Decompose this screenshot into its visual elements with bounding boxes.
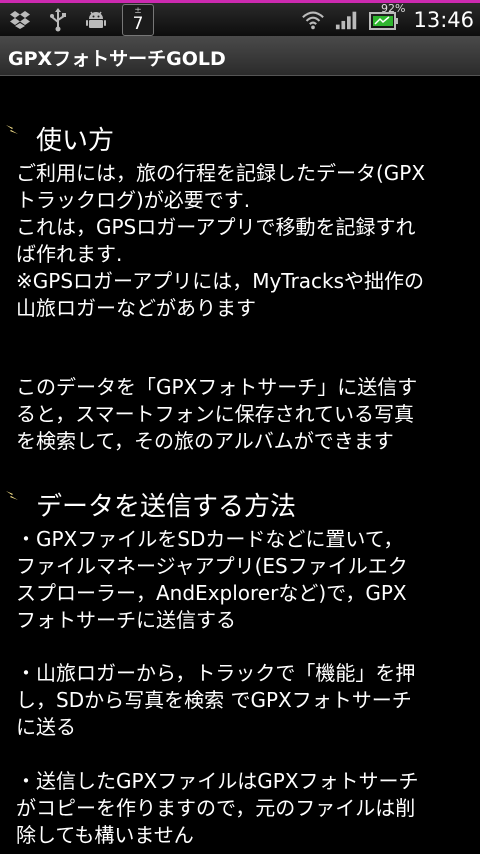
sparkle-icon: [6, 491, 18, 500]
section-heading-send-method: データを送信する方法: [0, 486, 480, 522]
status-clock: 13:46: [413, 8, 474, 32]
battery-indicator: 92%: [369, 2, 406, 35]
signal-strength-icon: [335, 8, 359, 32]
paragraph: ご利用には，旅の行程を記録したデータ(GPX トラックログ)が必要です. これは…: [16, 161, 426, 320]
usb-icon: [46, 8, 70, 32]
paragraph: ・送信したGPXファイルはGPXフォトサーチ がコピーを作りますので，元のファイ…: [16, 769, 419, 847]
app-title: GPXフォトサーチGOLD: [8, 48, 226, 70]
sparkle-icon: [6, 125, 18, 134]
section-title: データを送信する方法: [36, 492, 297, 522]
android-debug-icon: [84, 8, 108, 32]
calendar-notification-icon: ± 7: [122, 4, 154, 36]
paragraph: ・GPXファイルをSDカードなどに置いて， ファイルマネージャアプリ(ESファイ…: [16, 527, 408, 632]
section-title: 使い方: [36, 126, 115, 156]
paragraph: ・山旅ロガーから，トラックで「機能」を押 し，SDから写真を検索 でGPXフォト…: [16, 661, 416, 739]
section-heading-usage: 使い方: [0, 120, 480, 156]
status-bar: ± 7 92% 13:46: [0, 0, 480, 36]
app-title-bar: GPXフォトサーチGOLD: [0, 36, 480, 76]
dropbox-icon: [8, 8, 32, 32]
battery-percent: 92%: [381, 2, 406, 15]
calendar-day: 7: [132, 14, 144, 34]
wifi-icon: [301, 8, 325, 32]
paragraph: このデータを「GPXフォトサーチ」に送信す ると，スマートフォンに保存されている…: [16, 375, 418, 453]
